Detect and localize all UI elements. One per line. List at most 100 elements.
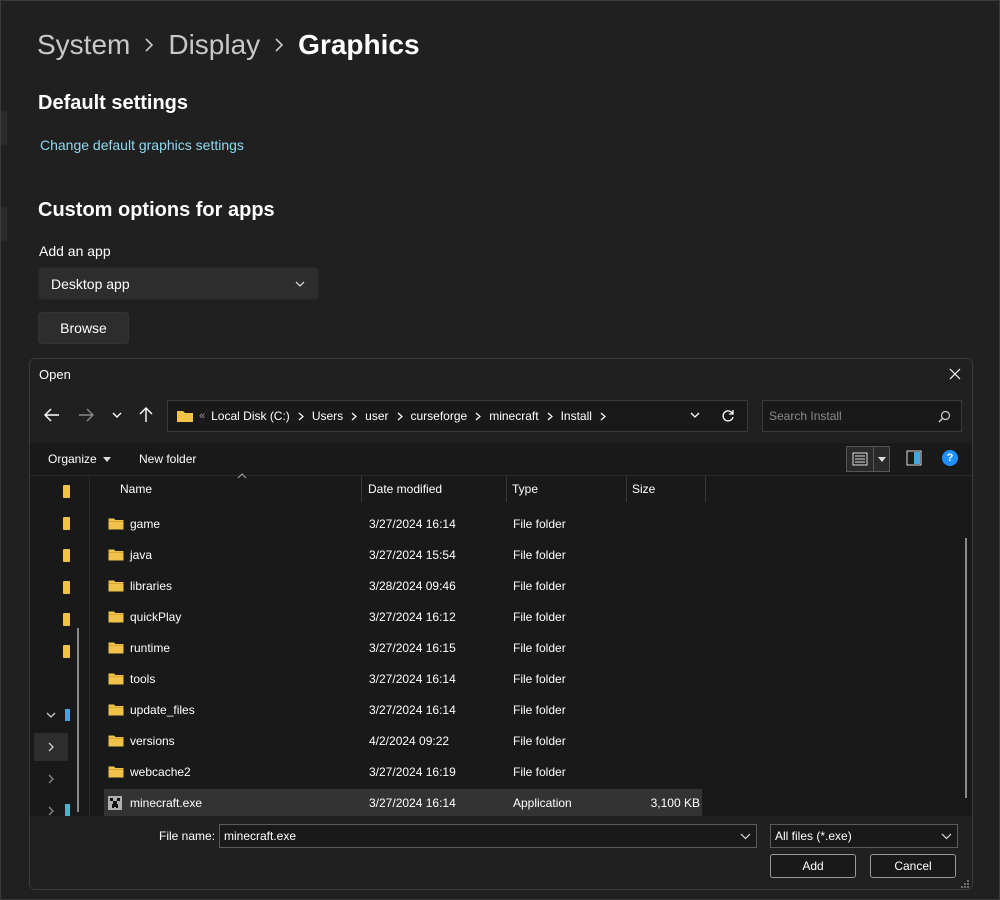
path-segment[interactable]: curseforge xyxy=(411,409,468,423)
chevron-down-icon[interactable] xyxy=(34,701,68,729)
column-header-size[interactable]: Size xyxy=(632,476,655,502)
file-type: File folder xyxy=(513,548,566,562)
column-divider[interactable] xyxy=(705,476,706,502)
minecraft-app-icon xyxy=(108,796,124,810)
file-type: File folder xyxy=(513,610,566,624)
search-icon[interactable] xyxy=(938,410,951,423)
chevron-right-icon[interactable] xyxy=(34,733,68,761)
file-row[interactable]: update_files 3/27/2024 16:14 File folder xyxy=(104,696,702,724)
refresh-icon[interactable] xyxy=(721,409,735,423)
file-type-value: All files (*.exe) xyxy=(775,829,852,843)
chevron-right-icon[interactable] xyxy=(397,412,403,421)
file-date: 3/27/2024 16:14 xyxy=(369,796,456,810)
file-row[interactable]: java 3/27/2024 15:54 File folder xyxy=(104,541,702,569)
nav-pane-scrollbar[interactable] xyxy=(77,628,79,812)
arrow-left-icon[interactable] xyxy=(40,403,64,427)
path-segment[interactable]: Install xyxy=(561,409,592,423)
file-row[interactable]: minecraft.exe 3/27/2024 16:14 Application 3… xyxy=(104,789,702,817)
chevron-right-icon xyxy=(274,38,284,52)
folder-icon[interactable] xyxy=(63,581,70,594)
organize-menu[interactable]: Organize xyxy=(48,452,111,466)
file-name-input[interactable] xyxy=(220,828,726,844)
folder-icon[interactable] xyxy=(63,485,70,498)
change-default-graphics-link[interactable]: Change default graphics settings xyxy=(40,137,244,153)
file-name-text: minecraft.exe xyxy=(130,796,203,810)
add-button[interactable]: Add xyxy=(770,854,856,878)
chevron-right-icon[interactable] xyxy=(298,412,304,421)
column-divider[interactable] xyxy=(361,476,362,502)
file-name-cell: game xyxy=(108,510,160,538)
breadcrumb-display[interactable]: Display xyxy=(168,29,260,61)
path-segment[interactable]: Users xyxy=(312,409,343,423)
nav-pane-edge xyxy=(1,111,7,145)
arrow-right-icon[interactable] xyxy=(74,403,98,427)
column-divider[interactable] xyxy=(626,476,627,502)
file-row[interactable]: runtime 3/27/2024 16:15 File folder xyxy=(104,634,702,662)
file-row[interactable]: webcache2 3/27/2024 16:19 File folder xyxy=(104,758,702,786)
file-name-cell: runtime xyxy=(108,634,170,662)
chevron-down-icon[interactable] xyxy=(740,833,751,840)
path-segment[interactable]: user xyxy=(365,409,388,423)
file-name-text: webcache2 xyxy=(130,765,191,779)
close-icon[interactable] xyxy=(942,361,968,387)
file-row[interactable]: tools 3/27/2024 16:14 File folder xyxy=(104,665,702,693)
file-row[interactable]: versions 4/2/2024 09:22 File folder xyxy=(104,727,702,755)
chevron-right-icon[interactable] xyxy=(351,412,358,421)
folder-icon[interactable] xyxy=(63,645,70,658)
overflow-chevron-icon[interactable]: « xyxy=(199,410,205,422)
file-date: 3/28/2024 09:46 xyxy=(369,579,456,593)
app-type-value: Desktop app xyxy=(51,275,130,292)
address-history-chevron-icon[interactable] xyxy=(689,409,701,421)
view-options-button[interactable] xyxy=(846,446,890,472)
file-list-scrollbar[interactable] xyxy=(965,538,967,798)
file-name-text: game xyxy=(130,517,161,531)
address-bar[interactable]: « Local Disk (C:) Users user curseforge … xyxy=(167,400,748,432)
breadcrumb: System Display Graphics xyxy=(37,29,420,61)
file-name-text: java xyxy=(130,548,153,562)
column-header-type[interactable]: Type xyxy=(512,476,538,502)
new-folder-button[interactable]: New folder xyxy=(139,452,196,466)
search-input[interactable] xyxy=(763,408,931,424)
details-view-icon[interactable] xyxy=(847,447,874,471)
path-segment[interactable]: minecraft xyxy=(489,409,538,423)
file-row[interactable]: libraries 3/28/2024 09:46 File folder xyxy=(104,572,702,600)
drive-icon[interactable] xyxy=(65,709,70,721)
sort-ascending-icon xyxy=(237,473,247,479)
file-name-text: libraries xyxy=(130,579,173,593)
help-icon[interactable]: ? xyxy=(942,450,958,466)
file-type: File folder xyxy=(513,672,566,686)
file-type-filter[interactable]: All files (*.exe) xyxy=(770,824,958,848)
file-row[interactable]: quickPlay 3/27/2024 16:12 File folder xyxy=(104,603,702,631)
chevron-right-icon[interactable] xyxy=(34,765,68,793)
file-date: 3/27/2024 16:15 xyxy=(369,641,456,655)
folder-icon[interactable] xyxy=(63,517,70,530)
chevron-right-icon[interactable] xyxy=(475,412,482,421)
recent-locations-chevron-icon[interactable] xyxy=(105,403,129,427)
folder-icon[interactable] xyxy=(63,613,70,626)
file-list: Name Date modified Type Size game 3/27/20… xyxy=(90,473,972,817)
breadcrumb-system[interactable]: System xyxy=(37,29,130,61)
file-type: File folder xyxy=(513,517,566,531)
chevron-right-icon[interactable] xyxy=(547,412,553,421)
arrow-up-icon[interactable] xyxy=(134,403,158,427)
file-name-label: File name: xyxy=(159,829,216,843)
folder-icon xyxy=(108,548,124,562)
column-header-date[interactable]: Date modified xyxy=(368,476,442,502)
app-type-dropdown[interactable]: Desktop app xyxy=(38,267,319,300)
search-box[interactable] xyxy=(762,400,962,432)
preview-pane-icon[interactable] xyxy=(906,450,922,466)
network-icon[interactable] xyxy=(65,804,70,816)
caret-down-icon[interactable] xyxy=(874,456,889,462)
file-name-combobox[interactable] xyxy=(219,824,757,848)
cancel-button[interactable]: Cancel xyxy=(870,854,956,878)
column-header-name[interactable]: Name xyxy=(120,476,152,502)
resize-grip-icon[interactable] xyxy=(960,879,970,889)
browse-button[interactable]: Browse xyxy=(38,312,129,344)
path-segment[interactable]: Local Disk (C:) xyxy=(211,409,290,423)
chevron-right-icon[interactable] xyxy=(600,412,606,421)
file-type: File folder xyxy=(513,703,566,717)
file-name-text: tools xyxy=(130,672,156,686)
folder-icon[interactable] xyxy=(63,549,70,562)
file-row[interactable]: game 3/27/2024 16:14 File folder xyxy=(104,510,702,538)
column-divider[interactable] xyxy=(506,476,507,502)
